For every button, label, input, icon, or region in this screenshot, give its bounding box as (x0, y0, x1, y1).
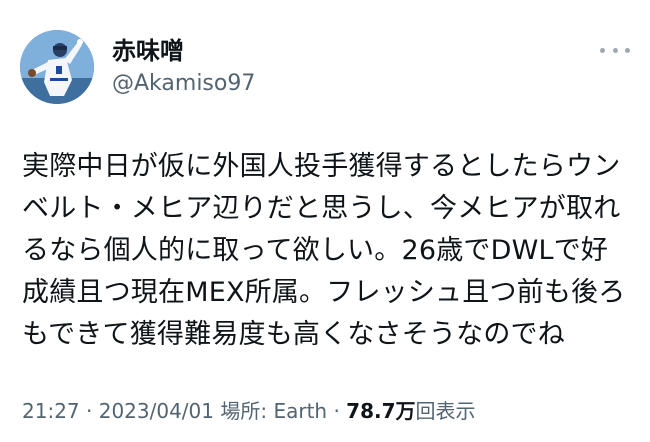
view-label: 回表示 (415, 399, 476, 423)
location-label: 場所: (214, 399, 274, 423)
tweet-location[interactable]: Earth (273, 399, 327, 423)
baseball-pitcher-avatar-image (20, 30, 94, 104)
more-dot (625, 47, 630, 53)
author-handle[interactable]: @Akamiso97 (112, 70, 255, 98)
tweet-text: 実際中日が仮に外国人投手獲得するとしたらウンベルト・メヒア辺りだと思うし、今メヒ… (22, 151, 626, 350)
view-count[interactable]: 78.7万 (346, 399, 415, 423)
more-dot (612, 47, 618, 53)
more-horizontal-icon[interactable] (600, 40, 630, 60)
more-dot (600, 47, 605, 53)
tweet-date[interactable]: 2023/04/01 (99, 399, 214, 423)
meta-separator: · (327, 399, 347, 423)
tweet-time[interactable]: 21:27 (22, 399, 80, 423)
author-display-name[interactable]: 赤味噌 (112, 36, 184, 66)
tweet-metadata: 21:27 · 2023/04/01 場所: Earth · 78.7万回表示 (22, 397, 476, 425)
meta-separator: · (79, 399, 99, 423)
avatar[interactable] (20, 30, 94, 104)
